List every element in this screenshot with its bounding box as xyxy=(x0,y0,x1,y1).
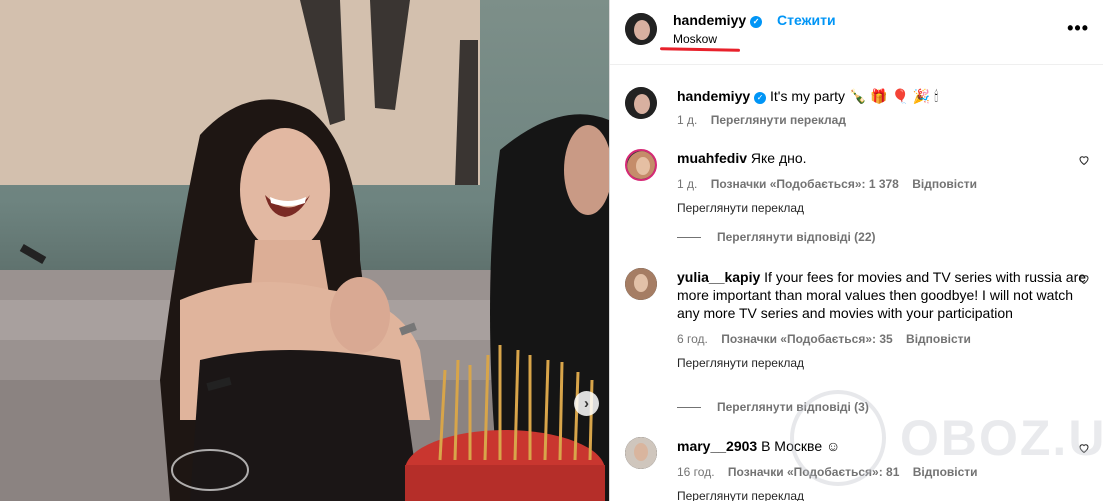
more-options-icon[interactable]: ••• xyxy=(1067,18,1089,39)
party-photo xyxy=(0,0,609,501)
author-username-text[interactable]: handemiyy xyxy=(673,12,746,28)
view-replies-button[interactable]: Переглянути відповіді (3) xyxy=(677,400,869,414)
verified-badge-icon: ✓ xyxy=(750,16,763,28)
translate-link[interactable]: Переглянути переклад xyxy=(677,487,1087,501)
comment-likes[interactable]: Позначки «Подобається»: 1 378 xyxy=(711,177,899,191)
comment-likes[interactable]: Позначки «Подобається»: 35 xyxy=(721,332,892,346)
author-username[interactable]: handemiyy ✓ xyxy=(673,12,763,28)
commenter-avatar[interactable] xyxy=(625,149,657,181)
comment-time[interactable]: 6 год. xyxy=(677,332,708,346)
follow-button[interactable]: Стежити xyxy=(777,12,836,28)
comment-text: В Москве ☺ xyxy=(761,438,841,454)
reply-button[interactable]: Відповісти xyxy=(906,332,971,346)
replies-line xyxy=(677,406,701,408)
comment-meta: 6 год. Позначки «Подобається»: 35 Відпов… xyxy=(677,330,1087,348)
comment-text: Яке дно. xyxy=(750,150,807,166)
translate-link[interactable]: Переглянути переклад xyxy=(677,199,1087,217)
post-header: handemiyy ✓ Стежити Moskow ••• xyxy=(610,0,1103,65)
caption-text: It's my party 🍾 🎁 🎈 🎉 🕯 xyxy=(770,88,939,104)
comment-meta: 1 д. Позначки «Подобається»: 1 378 Відпо… xyxy=(677,175,1087,193)
comment-meta: 16 год. Позначки «Подобається»: 81 Відпо… xyxy=(677,463,1087,481)
location-link[interactable]: Moskow xyxy=(673,32,717,46)
like-heart-icon[interactable] xyxy=(1078,273,1090,285)
commenter-username[interactable]: mary__2903 xyxy=(677,438,757,454)
like-heart-icon[interactable] xyxy=(1078,154,1090,166)
comment-time[interactable]: 16 год. xyxy=(677,465,715,479)
commenter-avatar[interactable] xyxy=(625,437,657,469)
translate-link[interactable]: Переглянути переклад xyxy=(677,354,1087,372)
caption-username[interactable]: handemiyy xyxy=(677,88,750,104)
verified-badge-icon: ✓ xyxy=(754,92,767,104)
caption-meta: 1 д. Переглянути переклад xyxy=(677,111,1087,129)
view-replies-text[interactable]: Переглянути відповіді (22) xyxy=(717,230,876,244)
caption-time[interactable]: 1 д. xyxy=(677,113,697,127)
comment-likes[interactable]: Позначки «Подобається»: 81 xyxy=(728,465,899,479)
commenter-username[interactable]: muahfediv xyxy=(677,150,747,166)
author-avatar[interactable] xyxy=(625,13,657,45)
view-replies-text[interactable]: Переглянути відповіді (3) xyxy=(717,400,869,414)
red-underline-annotation xyxy=(659,47,741,52)
reply-button[interactable]: Відповісти xyxy=(912,177,977,191)
reply-button[interactable]: Відповісти xyxy=(913,465,978,479)
commenter-username[interactable]: yulia__kapiy xyxy=(677,269,760,285)
post-photo: › xyxy=(0,0,609,501)
replies-line xyxy=(677,236,701,238)
view-replies-button[interactable]: Переглянути відповіді (22) xyxy=(677,230,876,244)
like-heart-icon[interactable] xyxy=(1078,442,1090,454)
caption-translate-link[interactable]: Переглянути переклад xyxy=(711,113,846,127)
commenter-avatar[interactable] xyxy=(625,268,657,300)
post-side-panel: handemiyy ✓ Стежити Moskow ••• handemiyy ✓… xyxy=(609,0,1103,501)
caption-avatar[interactable] xyxy=(625,87,657,119)
comment-time[interactable]: 1 д. xyxy=(677,177,697,191)
carousel-next-button[interactable]: › xyxy=(574,391,599,416)
